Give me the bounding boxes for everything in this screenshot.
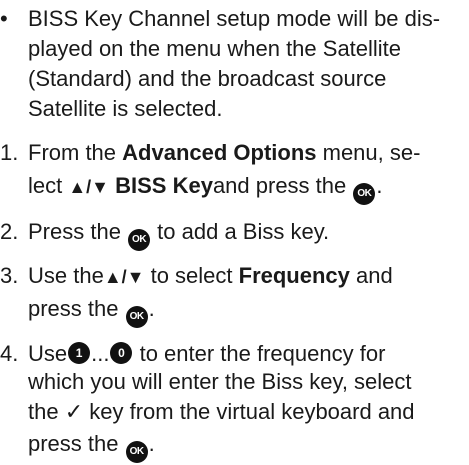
frequency-label: Frequency xyxy=(238,263,350,288)
step4-text: to enter the frequency for xyxy=(133,341,386,366)
document-page: • BISS Key Channel setup mode will be di… xyxy=(0,0,469,463)
step1-line-1: From the Advanced Options menu, se- xyxy=(28,140,420,166)
digit-1-button-icon: 1 xyxy=(68,342,91,364)
step4-text: the xyxy=(28,399,65,424)
step-number: 4. xyxy=(0,341,19,366)
ellipsis: ... xyxy=(91,341,110,366)
step2-text: Press the xyxy=(28,219,128,244)
step1-line-2: lect ▲/▼ BISS Keyand press the OK. xyxy=(28,173,383,205)
ok-button-icon: OK xyxy=(353,183,376,205)
step1-text: From the xyxy=(28,140,123,165)
step3-text: to select xyxy=(144,263,239,288)
step3-line-2: press the OK. xyxy=(28,296,155,328)
step1-text: menu, se- xyxy=(316,140,421,165)
intro-line-1: BISS Key Channel setup mode will be dis- xyxy=(28,6,441,31)
step4-line-1: Use 1... 0 to enter the frequency for xyxy=(28,341,385,367)
step3-text: and xyxy=(349,263,393,288)
checkmark-icon: ✓ xyxy=(64,399,84,424)
step1-text: lect xyxy=(28,173,69,198)
step3-text: Use the xyxy=(28,263,104,288)
step-number: 1. xyxy=(0,140,19,165)
step4-line-2: which you will enter the Biss key, selec… xyxy=(28,369,412,394)
step-number: 3. xyxy=(0,263,19,288)
bullet: • xyxy=(0,6,8,31)
step1-text: . xyxy=(376,173,383,198)
ok-button-icon: OK xyxy=(125,441,148,463)
step4-line-3: the ✓ key from the virtual keyboard and xyxy=(28,399,415,425)
step4-line-4: press the OK. xyxy=(28,431,155,463)
step1-text: and press the xyxy=(212,173,353,198)
intro-line-3: (Standard) and the broadcast source xyxy=(28,66,387,91)
step4-text: . xyxy=(148,431,155,456)
step4-text: Use xyxy=(28,341,68,366)
step4-text: press the xyxy=(28,431,125,456)
step2-line-1: Press the OK to add a Biss key. xyxy=(28,219,329,251)
digit-0-button-icon: 0 xyxy=(110,342,133,364)
step4-text: key from the virtual keyboard and xyxy=(83,399,415,424)
biss-key-label: BISS Key xyxy=(109,173,213,198)
step3-line-1: Use the▲/▼ to select Frequency and xyxy=(28,263,393,290)
ok-button-icon: OK xyxy=(128,229,151,251)
advanced-options-label: Advanced Options xyxy=(122,140,317,165)
intro-line-4: Satellite is selected. xyxy=(28,96,223,121)
up-down-arrows-icon: ▲/▼ xyxy=(68,177,109,197)
ok-button-icon: OK xyxy=(125,306,148,328)
step2-text: to add a Biss key. xyxy=(151,219,330,244)
step-number: 2. xyxy=(0,219,19,244)
step3-text: press the xyxy=(28,296,125,321)
intro-line-2: played on the menu when the Satellite xyxy=(28,36,402,61)
up-down-arrows-icon: ▲/▼ xyxy=(103,267,145,287)
step3-text: . xyxy=(148,296,155,321)
